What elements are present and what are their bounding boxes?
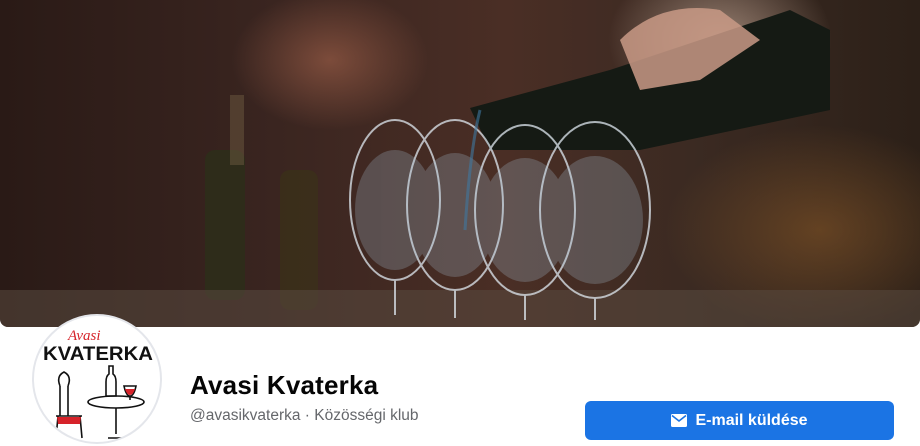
page-title: Avasi Kvaterka bbox=[190, 370, 379, 400]
avasi-kvaterka-logo: Avasi KVATERKA bbox=[43, 328, 153, 439]
cover-photo[interactable] bbox=[0, 0, 920, 327]
profile-avatar[interactable]: Avasi KVATERKA bbox=[32, 314, 162, 444]
logo-word-text: KVATERKA bbox=[43, 344, 153, 365]
page-subtitle: @avasikvaterka · Közösségi klub bbox=[190, 407, 419, 425]
logo-script-text: Avasi bbox=[67, 328, 101, 344]
cover-photo-wine-glasses bbox=[0, 8, 920, 327]
page-handle: @avasikvaterka bbox=[190, 407, 301, 424]
send-email-label: E-mail küldése bbox=[695, 411, 808, 429]
page-category[interactable]: Közösségi klub bbox=[314, 407, 418, 424]
envelope-icon bbox=[671, 414, 688, 427]
subtitle-separator: · bbox=[300, 407, 315, 424]
send-email-button[interactable]: E-mail küldése bbox=[585, 401, 894, 440]
